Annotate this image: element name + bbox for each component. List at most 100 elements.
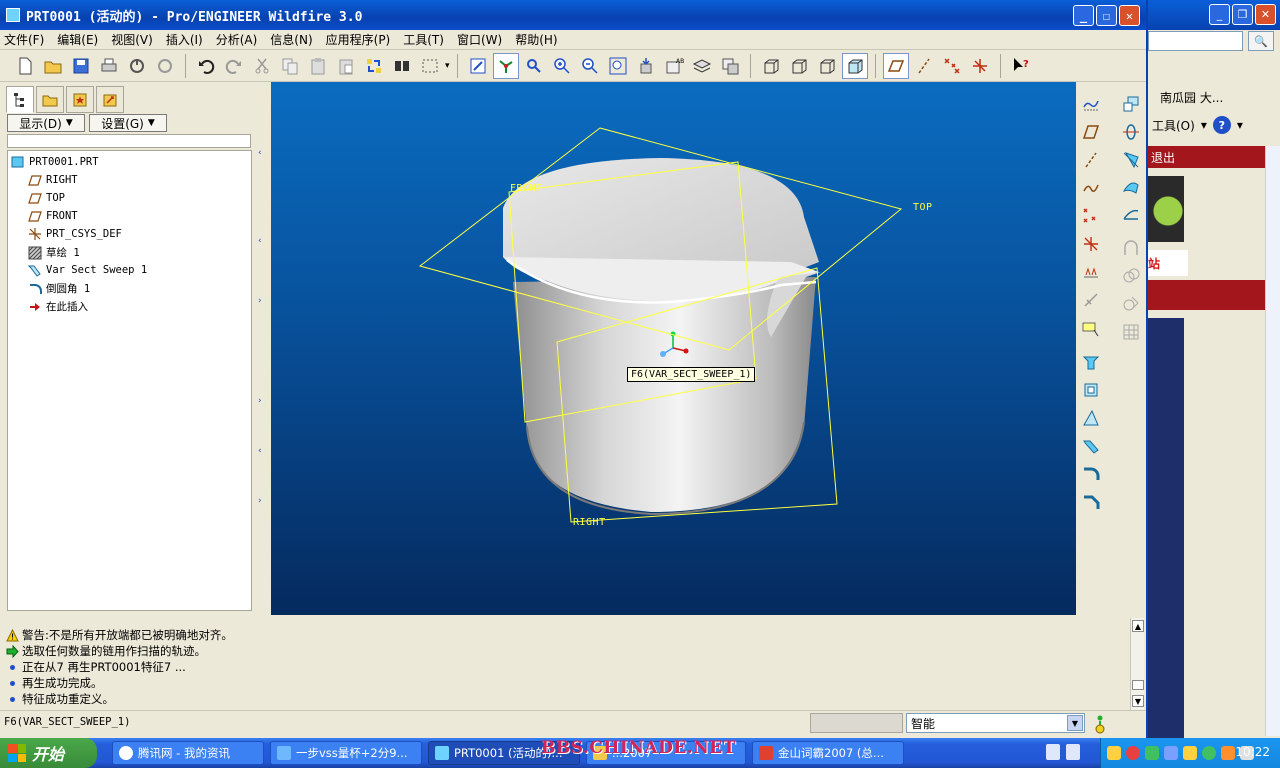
close-icon[interactable]: ✕ (1119, 5, 1140, 26)
select-dropdown-icon[interactable]: ▾ (445, 61, 450, 71)
rib-tool-icon[interactable] (1119, 148, 1143, 172)
tree-item[interactable]: 在此插入 (28, 299, 88, 314)
hole-tool-icon[interactable] (1119, 92, 1143, 116)
new-icon[interactable] (12, 53, 38, 79)
display-button[interactable]: 显示(D) ▼ (7, 114, 85, 132)
bg-search-input[interactable] (1148, 31, 1243, 51)
sweep-tool-icon[interactable] (1079, 434, 1103, 458)
maximize-icon[interactable]: ☐ (1096, 5, 1117, 26)
shell-tool-icon[interactable] (1119, 120, 1143, 144)
open-icon[interactable] (40, 53, 66, 79)
layers-icon[interactable] (689, 53, 715, 79)
pattern-tool-icon[interactable] (1119, 320, 1143, 344)
email-icon[interactable] (124, 53, 150, 79)
bg-tools-menu[interactable]: 工具(O) ▾? ▾ (1152, 116, 1243, 134)
orient-icon[interactable] (521, 53, 547, 79)
csys-tool-icon[interactable] (1079, 232, 1103, 256)
selection-filter-select[interactable]: 智能 ▼ (906, 713, 1085, 733)
menu-info[interactable]: 信息(N) (270, 31, 312, 48)
zoom-out-icon[interactable] (577, 53, 603, 79)
tab-folder-browser[interactable] (36, 86, 64, 113)
wireframe-icon[interactable] (758, 53, 784, 79)
round-tool-icon[interactable] (1079, 462, 1103, 486)
scroll-up-icon[interactable]: ▲ (1132, 620, 1144, 632)
shield-icon[interactable] (1145, 746, 1159, 760)
redo-icon[interactable] (221, 53, 247, 79)
graphics-window[interactable]: FRONT TOP RIGHT F6(VAR_SECT_SWEEP_1) (271, 82, 1076, 615)
tray-icon[interactable] (1164, 746, 1178, 760)
menu-file[interactable]: 文件(F) (4, 31, 44, 48)
tab-favorites[interactable] (66, 86, 94, 113)
tray-icon[interactable] (1107, 746, 1121, 760)
bg-link[interactable]: 南瓜园 大... (1160, 89, 1223, 106)
tree-item[interactable]: 草绘 1 (28, 245, 80, 260)
tray-icon[interactable] (1221, 746, 1235, 760)
tree-root[interactable]: PRT0001.PRT (11, 155, 99, 169)
menu-edit[interactable]: 编辑(E) (57, 31, 98, 48)
taskbar-item[interactable]: 一步vss量杯+2分9... (270, 741, 422, 765)
reorient-icon[interactable] (633, 53, 659, 79)
select-box-icon[interactable] (417, 53, 443, 79)
scroll-down-icon[interactable]: ▼ (1132, 695, 1144, 707)
draft-tool-icon[interactable] (1079, 406, 1103, 430)
undo-icon[interactable] (193, 53, 219, 79)
coordinate-systems-icon[interactable] (967, 53, 993, 79)
bg-help-icon[interactable]: ? (1212, 116, 1231, 134)
qq-tray-icon[interactable] (1126, 746, 1140, 760)
start-button[interactable]: 开始 (0, 738, 97, 768)
save-icon[interactable] (68, 53, 94, 79)
bg-exit-link[interactable]: 退出 (1148, 146, 1265, 168)
sketch-plane-icon[interactable] (1079, 318, 1103, 342)
bg-minimize-icon[interactable]: _ (1209, 4, 1230, 25)
email-link-icon[interactable] (152, 53, 178, 79)
bg-restore-icon[interactable]: ❐ (1232, 4, 1253, 25)
tab-connections[interactable] (96, 86, 124, 113)
spin-center-icon[interactable] (492, 52, 519, 79)
shading-icon[interactable] (841, 52, 868, 79)
menu-applications[interactable]: 应用程序(P) (326, 31, 391, 48)
reference-tool-icon[interactable] (1079, 288, 1103, 312)
bg-scrollbar[interactable] (1265, 146, 1280, 736)
taskbar-item[interactable]: 金山词霸2007 (总... (752, 741, 904, 765)
panel-splitter[interactable]: ‹ ‹ › › ‹ › (256, 86, 268, 616)
refit-icon[interactable] (605, 53, 631, 79)
bg-close-icon[interactable]: ✕ (1255, 4, 1276, 25)
analysis-tool-icon[interactable] (1079, 260, 1103, 284)
bg-search-icon[interactable]: 🔍 (1248, 31, 1274, 51)
regenerate-icon[interactable] (361, 53, 387, 79)
menu-view[interactable]: 视图(V) (111, 31, 153, 48)
context-help-icon[interactable]: ? (1008, 53, 1034, 79)
curve-tool-icon[interactable] (1079, 176, 1103, 200)
menu-window[interactable]: 窗口(W) (457, 31, 502, 48)
repaint-icon[interactable] (465, 53, 491, 79)
menu-analysis[interactable]: 分析(A) (216, 31, 258, 48)
taskbar-item[interactable]: 腾讯网 - 我的资讯 (112, 741, 264, 765)
tray-icon[interactable] (1183, 746, 1197, 760)
tree-item[interactable]: 倒圆角 1 (28, 281, 90, 296)
cut-icon[interactable] (249, 53, 275, 79)
copy-icon[interactable] (277, 53, 303, 79)
datum-planes-icon[interactable] (882, 52, 909, 79)
title-bar[interactable]: PRT0001 (活动的) - Pro/ENGINEER Wildfire 3.… (0, 0, 1146, 30)
extrude-tool-icon[interactable] (1079, 350, 1103, 374)
tree-item[interactable]: FRONT (28, 209, 78, 223)
tree-item[interactable]: TOP (28, 191, 65, 205)
minimize-icon[interactable]: _ (1073, 5, 1094, 26)
scroll-thumb[interactable] (1132, 680, 1144, 690)
paste-special-icon[interactable] (333, 53, 359, 79)
quick-launch-icon[interactable] (1066, 744, 1080, 760)
quick-launch-icon[interactable] (1046, 744, 1060, 760)
mirror-tool-icon[interactable] (1119, 236, 1143, 260)
paste-icon[interactable] (305, 53, 331, 79)
zoom-in-icon[interactable] (549, 53, 575, 79)
menu-help[interactable]: 帮助(H) (515, 31, 557, 48)
no-hidden-icon[interactable] (814, 53, 840, 79)
tree-item[interactable]: PRT_CSYS_DEF (28, 227, 122, 241)
settings-button[interactable]: 设置(G) ▼ (89, 114, 167, 132)
tray-icon[interactable] (1202, 746, 1216, 760)
tab-model-tree[interactable] (6, 86, 34, 113)
blend-tool-icon[interactable] (1119, 176, 1143, 200)
boundary-tool-icon[interactable] (1119, 204, 1143, 228)
chevron-down-icon[interactable]: ▼ (1067, 715, 1083, 731)
tree-item[interactable]: RIGHT (28, 173, 78, 187)
